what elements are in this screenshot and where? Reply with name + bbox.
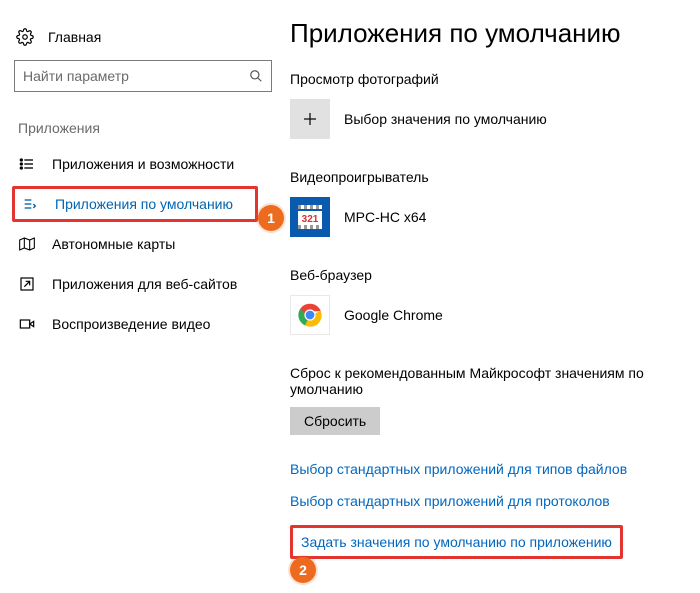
reset-button[interactable]: Сбросить — [290, 407, 380, 435]
sidebar-item-offline-maps[interactable]: Автономные карты — [12, 226, 282, 262]
video-player-app-button[interactable]: 321 MPC-HC x64 — [290, 197, 690, 237]
gear-icon — [16, 28, 34, 46]
annotation-highlight-1: Приложения по умолчанию — [12, 186, 258, 222]
sidebar-item-label: Автономные карты — [52, 236, 175, 252]
web-browser-app-button[interactable]: Google Chrome — [290, 295, 690, 335]
sidebar-item-apps-for-websites[interactable]: Приложения для веб-сайтов — [12, 266, 282, 302]
reset-description: Сброс к рекомендованным Майкрософт значе… — [290, 365, 650, 397]
search-input[interactable] — [23, 68, 249, 84]
search-icon — [249, 69, 263, 83]
link-set-by-app[interactable]: Задать значения по умолчанию по приложен… — [301, 534, 612, 550]
open-external-icon — [18, 276, 36, 292]
sidebar-item-label: Приложения и возможности — [52, 156, 234, 172]
svg-text:321: 321 — [302, 214, 319, 225]
choose-default-label: Выбор значения по умолчанию — [344, 111, 547, 127]
sidebar-item-video-playback[interactable]: Воспроизведение видео — [12, 306, 282, 342]
list-icon — [18, 156, 36, 172]
sidebar: Главная Приложения Приложения и возможно… — [0, 0, 290, 593]
annotation-marker-1: 1 — [258, 205, 284, 231]
link-choose-by-protocol[interactable]: Выбор стандартных приложений для протоко… — [290, 493, 690, 509]
sidebar-item-label: Приложения для веб-сайтов — [52, 276, 237, 292]
web-browser-app-label: Google Chrome — [344, 307, 443, 323]
sidebar-group-title: Приложения — [12, 120, 282, 146]
map-icon — [18, 236, 36, 252]
home-label: Главная — [48, 29, 101, 45]
sidebar-item-label: Приложения по умолчанию — [55, 196, 233, 212]
search-box[interactable] — [14, 60, 272, 92]
defaults-icon — [21, 196, 39, 212]
chrome-icon — [290, 295, 330, 335]
main-panel: Приложения по умолчанию Просмотр фотогра… — [290, 0, 700, 593]
sidebar-item-apps-features[interactable]: Приложения и возможности — [12, 146, 282, 182]
sidebar-item-label: Воспроизведение видео — [52, 316, 210, 332]
page-title: Приложения по умолчанию — [290, 18, 690, 49]
sidebar-item-default-apps[interactable]: Приложения по умолчанию — [18, 196, 252, 212]
mpc-hc-icon: 321 — [290, 197, 330, 237]
web-browser-heading: Веб-браузер — [290, 267, 690, 283]
video-icon — [18, 316, 36, 332]
link-choose-by-filetype[interactable]: Выбор стандартных приложений для типов ф… — [290, 461, 690, 477]
annotation-highlight-2: Задать значения по умолчанию по приложен… — [290, 525, 623, 559]
video-player-app-label: MPC-HC x64 — [344, 209, 426, 225]
annotation-marker-2: 2 — [290, 557, 316, 583]
home-button[interactable]: Главная — [12, 28, 282, 60]
choose-photo-default-button[interactable]: Выбор значения по умолчанию — [290, 99, 690, 139]
plus-icon — [290, 99, 330, 139]
photo-viewer-heading: Просмотр фотографий — [290, 71, 690, 87]
video-player-heading: Видеопроигрыватель — [290, 169, 690, 185]
